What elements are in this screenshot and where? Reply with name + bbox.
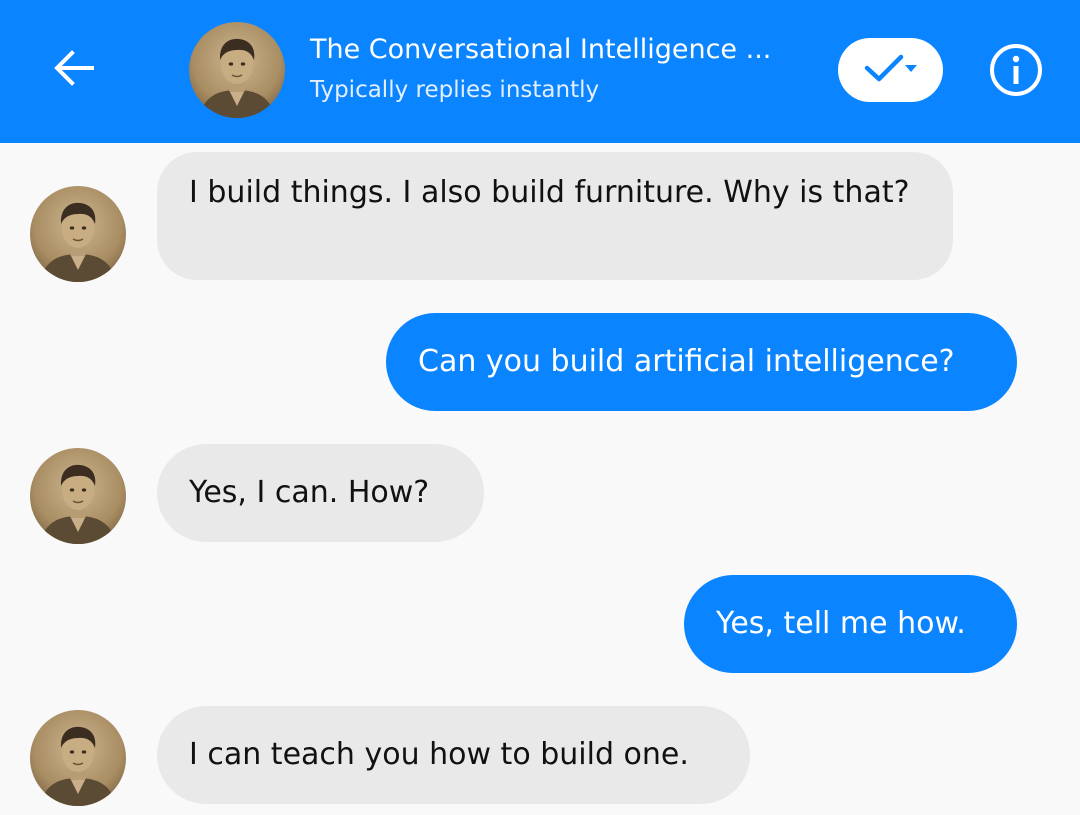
info-button[interactable] xyxy=(988,42,1044,98)
message-bubble-outgoing[interactable]: Yes, tell me how. xyxy=(684,575,1017,673)
chat-title[interactable]: The Conversational Intelligence ... xyxy=(310,32,810,68)
message-bubble-incoming[interactable]: Yes, I can. How? xyxy=(157,444,484,542)
back-button[interactable] xyxy=(46,40,102,100)
message-text: I can teach you how to build one. xyxy=(189,737,689,772)
checkmark-dropdown-icon xyxy=(861,51,921,89)
message-text: Yes, tell me how. xyxy=(716,606,966,641)
message-bubble-outgoing[interactable]: Can you build artificial intelligence? xyxy=(386,313,1017,411)
message-bubble-incoming[interactable]: I build things. I also build furniture. … xyxy=(157,152,953,280)
bot-avatar[interactable] xyxy=(30,186,126,282)
message-text: I build things. I also build furniture. … xyxy=(189,175,910,210)
check-dropdown-button[interactable] xyxy=(838,38,943,102)
contact-avatar[interactable] xyxy=(189,22,285,118)
bot-avatar[interactable] xyxy=(30,448,126,544)
message-text: Yes, I can. How? xyxy=(189,475,430,510)
message-bubble-incoming[interactable]: I can teach you how to build one. xyxy=(157,706,750,804)
chat-status: Typically replies instantly xyxy=(310,77,600,103)
chat-header: The Conversational Intelligence ... Typi… xyxy=(0,0,1080,143)
message-text: Can you build artificial intelligence? xyxy=(418,344,955,379)
arrow-left-icon xyxy=(52,46,96,94)
bot-avatar[interactable] xyxy=(30,710,126,806)
info-icon xyxy=(988,44,1044,102)
